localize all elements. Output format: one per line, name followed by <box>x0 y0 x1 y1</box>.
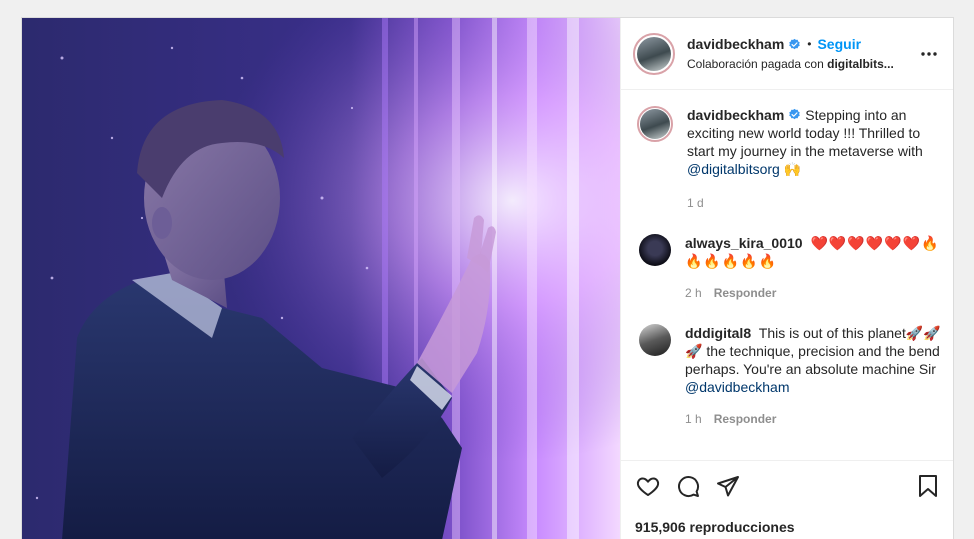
action-bar: 915,906 reproducciones <box>621 460 953 535</box>
verified-badge-icon <box>789 108 801 120</box>
more-options-icon[interactable] <box>917 42 941 66</box>
view-count[interactable]: 915,906 reproducciones <box>635 519 941 535</box>
comment-author[interactable]: always_kira_0010 <box>685 235 803 251</box>
comment-icon[interactable] <box>675 473 701 499</box>
separator-dot: • <box>807 37 812 51</box>
author-info: davidbeckham • Seguir Colaboración pagad… <box>687 36 917 71</box>
comment-timestamp[interactable]: 1 h <box>685 410 702 428</box>
send-icon[interactable] <box>715 473 741 499</box>
caption-avatar[interactable] <box>637 106 673 142</box>
comment-author[interactable]: dddigital8 <box>685 325 751 341</box>
commenter-avatar[interactable] <box>639 324 671 356</box>
views-label: reproducciones <box>689 519 795 535</box>
bookmark-icon[interactable] <box>915 473 941 499</box>
views-number: 915,906 <box>635 519 686 535</box>
commenter-avatar[interactable] <box>639 234 671 266</box>
post-header: davidbeckham • Seguir Colaboración pagad… <box>621 18 953 90</box>
caption: davidbeckham Stepping into an exciting n… <box>637 106 941 212</box>
comment-item: dddigital8 This is out of this planet🚀🚀🚀… <box>637 324 941 428</box>
post-media-video[interactable] <box>22 18 620 539</box>
avatar-image <box>637 36 671 71</box>
paid-partnership-label[interactable]: Colaboración pagada con digitalbits... <box>687 57 917 71</box>
avatar-image <box>640 109 670 139</box>
reply-button[interactable]: Responder <box>714 410 777 428</box>
comments-list[interactable]: davidbeckham Stepping into an exciting n… <box>621 90 953 460</box>
instagram-post: davidbeckham • Seguir Colaboración pagad… <box>21 17 954 539</box>
author-avatar[interactable] <box>633 32 675 75</box>
caption-timestamp[interactable]: 1 d <box>687 194 704 212</box>
video-frame <box>22 18 620 539</box>
caption-mention-link[interactable]: @digitalbitsorg <box>687 161 780 177</box>
author-username[interactable]: davidbeckham <box>687 36 784 52</box>
comment-mention-link[interactable]: @davidbeckham <box>685 379 790 395</box>
collab-prefix: Colaboración pagada con <box>687 57 824 71</box>
collab-partner[interactable]: digitalbits... <box>827 57 894 71</box>
comment-item: always_kira_0010 ❤️❤️❤️❤️❤️❤️🔥🔥🔥🔥🔥🔥 2 h … <box>637 234 941 302</box>
heart-icon[interactable] <box>635 473 661 499</box>
caption-author[interactable]: davidbeckham <box>687 107 784 123</box>
caption-emoji: 🙌 <box>783 161 802 177</box>
reply-button[interactable]: Responder <box>714 284 777 302</box>
verified-badge-icon <box>789 38 801 49</box>
comment-timestamp[interactable]: 2 h <box>685 284 702 302</box>
post-side-panel: davidbeckham • Seguir Colaboración pagad… <box>620 18 953 539</box>
follow-button[interactable]: Seguir <box>817 36 861 52</box>
